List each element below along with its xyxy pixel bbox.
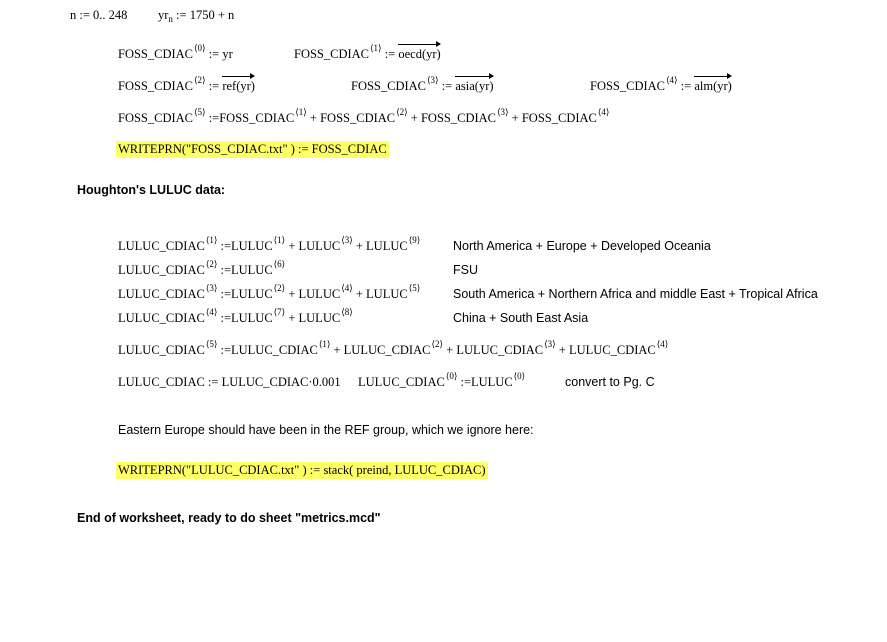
luluc-col2-def[interactable]: LULUC_CDIAC⟨2⟩ :=LULUC⟨6⟩ bbox=[118, 260, 285, 278]
yr-definition[interactable]: yrn := 1750 + n bbox=[158, 8, 234, 24]
luluc-heading[interactable]: Houghton's LULUC data: bbox=[77, 183, 225, 197]
writeprn-foss[interactable]: WRITEPRN("FOSS_CDIAC.txt" ) := FOSS_CDIA… bbox=[116, 141, 389, 158]
highlighted-region: WRITEPRN("LULUC_CDIAC.txt" ) := stack( p… bbox=[116, 462, 488, 479]
luluc-col3-def[interactable]: LULUC_CDIAC⟨3⟩ :=LULUC⟨2⟩ + LULUC⟨4⟩ + L… bbox=[118, 284, 420, 302]
vectorize-operator: asia(yr) bbox=[455, 73, 494, 93]
luluc-note-region4[interactable]: China + South East Asia bbox=[453, 311, 588, 325]
foss-col3-def[interactable]: FOSS_CDIAC⟨3⟩ := asia(yr) bbox=[351, 73, 494, 93]
highlighted-region: WRITEPRN("FOSS_CDIAC.txt" ) := FOSS_CDIA… bbox=[116, 141, 389, 158]
writeprn-luluc[interactable]: WRITEPRN("LULUC_CDIAC.txt" ) := stack( p… bbox=[116, 462, 488, 479]
luluc-col4-def[interactable]: LULUC_CDIAC⟨4⟩ :=LULUC⟨7⟩ + LULUC⟨8⟩ bbox=[118, 308, 353, 326]
eastern-europe-comment[interactable]: Eastern Europe should have been in the R… bbox=[118, 423, 534, 437]
luluc-note-region2[interactable]: FSU bbox=[453, 263, 478, 277]
end-of-worksheet-text[interactable]: End of worksheet, ready to do sheet "met… bbox=[77, 511, 381, 525]
foss-col5-sum[interactable]: FOSS_CDIAC⟨5⟩ :=FOSS_CDIAC⟨1⟩ + FOSS_CDI… bbox=[118, 108, 609, 126]
luluc-scale[interactable]: LULUC_CDIAC := LULUC_CDIAC·0.001 bbox=[118, 375, 341, 389]
mathcad-worksheet[interactable]: n := 0.. 248 yrn := 1750 + n FOSS_CDIAC⟨… bbox=[0, 0, 887, 642]
foss-col2-def[interactable]: FOSS_CDIAC⟨2⟩ := ref(yr) bbox=[118, 73, 255, 93]
luluc-col5-sum[interactable]: LULUC_CDIAC⟨5⟩ :=LULUC_CDIAC⟨1⟩ + LULUC_… bbox=[118, 340, 668, 358]
convert-note[interactable]: convert to Pg. C bbox=[565, 375, 655, 389]
luluc-col0-def[interactable]: LULUC_CDIAC⟨0⟩ :=LULUC⟨0⟩ bbox=[358, 372, 525, 390]
vectorize-operator: ref(yr) bbox=[222, 73, 255, 93]
luluc-col1-def[interactable]: LULUC_CDIAC⟨1⟩ :=LULUC⟨1⟩ + LULUC⟨3⟩ + L… bbox=[118, 236, 420, 254]
luluc-note-region1[interactable]: North America + Europe + Developed Ocean… bbox=[453, 239, 711, 253]
vectorize-operator: oecd(yr) bbox=[398, 41, 442, 61]
range-definition[interactable]: n := 0.. 248 bbox=[70, 8, 127, 22]
luluc-note-region3[interactable]: South America + Northern Africa and midd… bbox=[453, 287, 818, 301]
foss-col0-def[interactable]: FOSS_CDIAC⟨0⟩ := yr bbox=[118, 44, 233, 62]
foss-col4-def[interactable]: FOSS_CDIAC⟨4⟩ := alm(yr) bbox=[590, 73, 733, 93]
vectorize-operator: alm(yr) bbox=[694, 73, 733, 93]
foss-col1-def[interactable]: FOSS_CDIAC⟨1⟩ := oecd(yr) bbox=[294, 41, 442, 61]
